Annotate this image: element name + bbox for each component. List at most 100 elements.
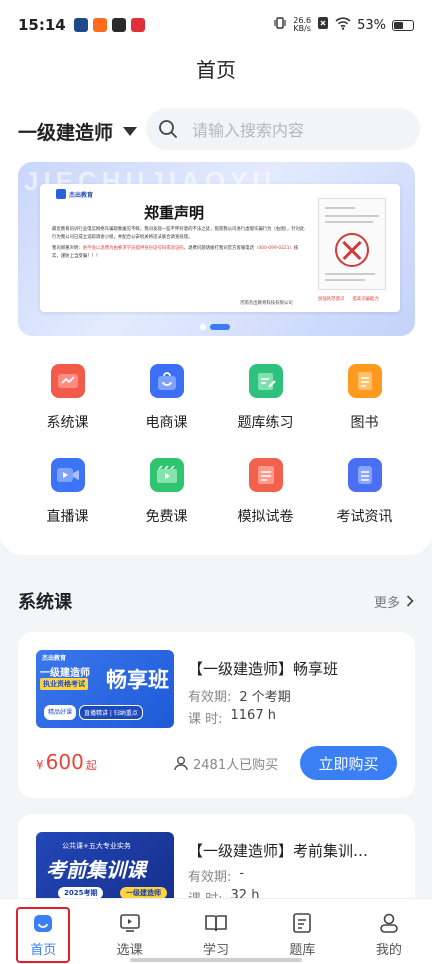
buyer-count-text: 2481人已购买 [193,758,279,773]
course-title: 【一级建造师】考前集训… [188,842,369,860]
tab-label: 题库 [289,943,316,958]
vibrate-icon [273,16,287,34]
chevron-right-icon [406,595,414,607]
banner-footer: 加强防范意识 提高识骗能力 [318,296,379,302]
doc-line [325,215,379,217]
price-symbol: ¥ [36,758,44,772]
cover-tag: 一级建造师 [40,668,90,679]
video-camera-icon [50,458,85,492]
cover-headline: 考前集训课 [46,858,146,882]
hours-label: 课 时: [188,712,223,727]
category-label: 直播课 [46,509,89,525]
tab-highlight-box [16,907,70,963]
wifi-icon [335,16,351,34]
banner-logo-text: 杰出教育 [69,191,94,199]
banner-logo: 杰出教育 [56,189,93,199]
network-speed: 26.6 KB/s [293,17,311,33]
doc-line [325,221,373,223]
gesture-bar[interactable] [130,958,302,962]
category-live-course[interactable]: 直播课 [18,458,117,526]
tab-study[interactable]: 学习 [173,899,259,964]
course-validity: 有效期: - [188,866,244,885]
validity-label: 有效期: [188,690,232,705]
search-placeholder: 请输入搜索内容 [192,121,305,140]
buy-now-button[interactable]: 立即购买 [300,746,397,780]
category-label: 系统课 [46,415,89,431]
category-label: 电商课 [145,415,188,431]
category-exam-news[interactable]: 考试资讯 [315,458,414,526]
announcement-banner[interactable]: JIECHUJIAOYU 杰出教育 郑重声明 最近教育培训行业电信网络诈骗现象屡… [18,162,415,336]
more-label: 更多 [373,595,400,611]
shopping-bag-icon [149,364,184,398]
exam-paper-icon [248,458,283,492]
cover-logo: 杰出教育 [42,655,67,662]
battery-level [394,21,403,29]
course-cover-image: 杰出教育 一级建造师 执业资格考试 畅享班 精品好课 直播精讲 | 归纳重点 [36,650,174,728]
category-system-course[interactable]: 系统课 [18,364,117,432]
play-board-icon [149,458,184,492]
category-label: 题库练习 [237,415,294,431]
doc-line [325,279,365,281]
category-books[interactable]: 图书 [315,364,414,432]
banner-foot-left: 加强防范意识 [318,297,345,302]
exam-type-label: 一级建造师 [18,122,114,144]
news-icon [347,458,382,492]
category-ecommerce-course[interactable]: 电商课 [117,364,216,432]
category-label: 图书 [350,415,379,431]
tab-profile[interactable]: 我的 [346,899,432,964]
cover-badge: 精品好课 [44,705,77,720]
banner-body: 最近教育培训行业电信网络诈骗现象屡见不鲜，我司发现一些不怀好意的不法之徒，假冒我… [52,226,307,261]
banner-pagination [200,324,230,330]
banner-title: 郑重声明 [144,204,205,222]
exam-type-selector[interactable]: 一级建造师 [18,118,138,145]
validity-value: - [239,866,245,881]
logo-icon [56,189,66,199]
cover-headline: 畅享班 [106,668,169,692]
app-notification-icon [92,18,107,32]
bottom-tab-bar: 首页 选课 学习 题库 我的 [0,898,432,964]
profile-icon [377,911,401,935]
hours-value: 1167 h [230,708,276,723]
tab-home[interactable]: 首页 [0,899,86,964]
category-free-course[interactable]: 免费课 [117,458,216,526]
validity-value: 2 个考期 [239,690,291,705]
sim-icon [317,16,329,34]
category-label: 考试资讯 [336,509,393,525]
course-card[interactable]: 杰出教育 一级建造师 执业资格考试 畅享班 精品好课 直播精讲 | 归纳重点 【… [18,632,415,798]
category-label: 免费课 [145,509,188,525]
course-hours: 课 时: 1167 h [188,708,276,727]
pagination-dot-active[interactable] [210,324,230,330]
question-bank-icon [290,911,314,935]
price-suffix: 起 [85,759,97,772]
search-bar[interactable]: 请输入搜索内容 [146,108,420,150]
category-question-bank[interactable]: 题库练习 [216,364,315,432]
cover-badge: 直播精讲 | 归纳重点 [79,705,143,720]
banner-signature: 河南杰出教育科技有限公司 [240,301,293,306]
para2-mid: ，退费问题请拨打我司官方客服电话 [183,246,255,251]
tab-course-select[interactable]: 选课 [86,899,172,964]
tab-label: 我的 [375,943,402,958]
tab-label: 选课 [116,943,143,958]
course-price: ¥ 600 起 [36,750,97,774]
banner-notice-card: 杰出教育 郑重声明 最近教育培训行业电信网络诈骗现象屡见不鲜，我司发现一些不怀好… [40,184,400,312]
search-icon [159,120,177,138]
app-notification-icon [130,18,145,32]
pagination-dot[interactable] [200,324,206,330]
more-link[interactable]: 更多 [374,592,414,611]
edit-doc-icon [248,364,283,398]
cover-badges: 精品好课 直播精讲 | 归纳重点 [44,705,143,720]
section-title: 系统课 [18,592,72,613]
course-title: 【一级建造师】畅享班 [188,660,339,678]
prohibited-seal-icon [335,233,369,267]
banner-paragraph-1: 最近教育培训行业电信网络诈骗现象屡见不鲜，我司发现一些不怀好意的不法之徒，假冒我… [52,227,305,240]
system-course-section-header: 系统课 更多 [18,588,414,614]
status-bar: 15:14 26.6 KB/s 53% [0,0,432,50]
battery-percent: 53% [357,17,386,33]
course-validity: 有效期: 2 个考期 [188,686,291,705]
person-icon [174,756,188,771]
category-mock-exam[interactable]: 模拟试卷 [216,458,315,526]
caret-down-icon [123,127,138,136]
mail-notification-icon [111,18,126,32]
tab-question-bank[interactable]: 题库 [259,899,345,964]
para2-phone: （400-099-0221） [254,246,294,251]
